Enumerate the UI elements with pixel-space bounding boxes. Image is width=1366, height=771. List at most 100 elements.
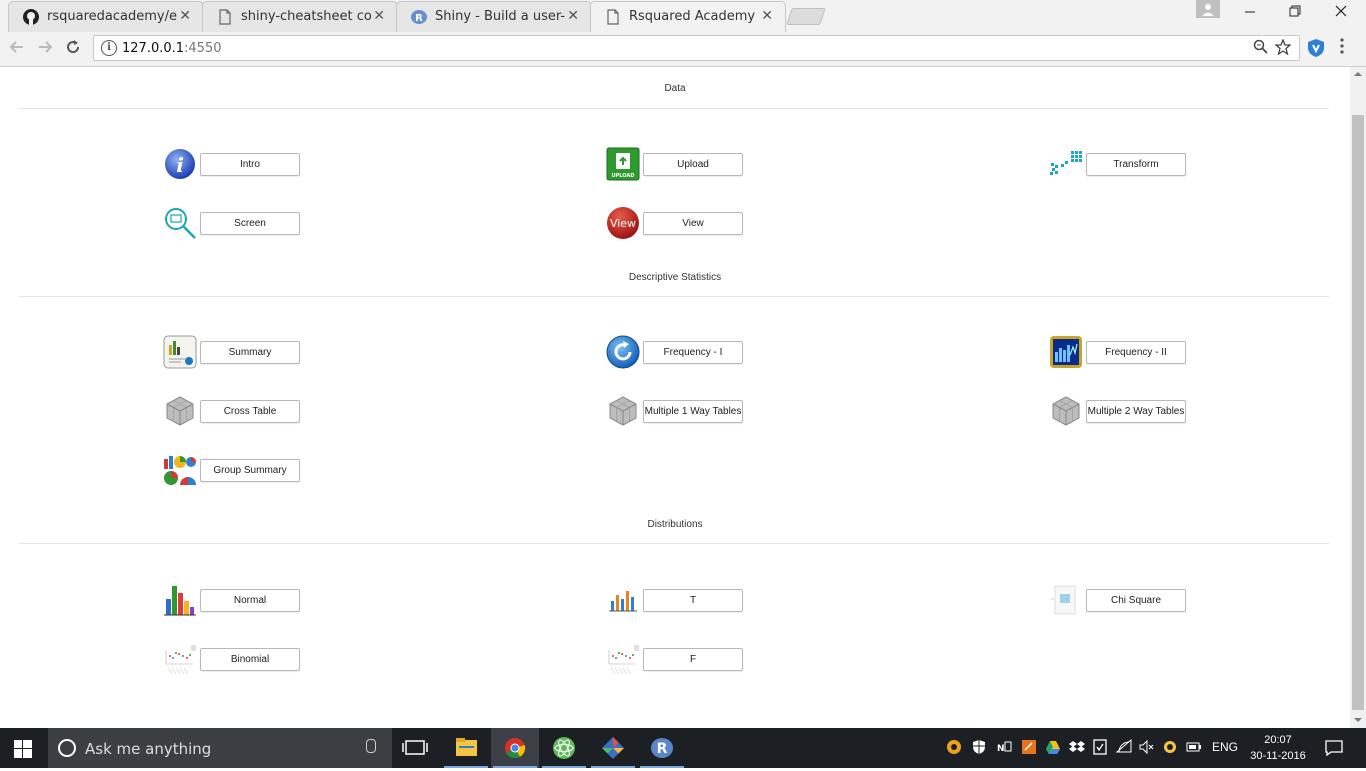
system-clock[interactable]: 20:07 30-11-2016	[1248, 732, 1308, 764]
browser-titlebar: rsquaredacademy/explor ✕ shiny-cheatshee…	[0, 0, 1366, 32]
section-divider	[19, 543, 1329, 544]
colored-bars-icon	[164, 586, 196, 616]
scroll-up-icon[interactable]	[1353, 71, 1363, 77]
address-bar[interactable]: i 127.0.0.1:4550	[93, 35, 1300, 61]
section-title-distributions: Distributions	[647, 519, 703, 530]
dropbox-icon[interactable]	[1069, 739, 1085, 755]
tab-github[interactable]: rsquaredacademy/explor ✕	[8, 1, 204, 32]
network-icon[interactable]	[1116, 739, 1132, 755]
tab-rsquared-academy[interactable]: Rsquared Academy ✕	[590, 1, 786, 32]
f-button[interactable]: F	[643, 648, 743, 671]
cube-icon	[166, 396, 194, 426]
svg-text:i: i	[176, 153, 184, 177]
site-info-icon[interactable]: i	[101, 40, 117, 56]
binomial-button[interactable]: Binomial	[200, 648, 300, 671]
minimize-icon[interactable]	[1227, 4, 1273, 26]
file-explorer-icon[interactable]	[442, 728, 490, 768]
git-client-icon[interactable]	[589, 728, 637, 768]
restore-icon[interactable]	[1272, 4, 1318, 26]
defender-shield-icon[interactable]	[971, 739, 987, 755]
close-window-icon[interactable]	[1318, 4, 1364, 26]
dot-plot-icon	[608, 645, 639, 675]
tab-shiny[interactable]: R Shiny - Build a user-inter ✕	[396, 1, 592, 32]
new-tab-button[interactable]	[786, 8, 826, 25]
view-button[interactable]: View	[643, 212, 743, 235]
bookmark-star-icon[interactable]	[1274, 38, 1292, 59]
document-tray-icon[interactable]	[1092, 739, 1108, 755]
microphone-icon[interactable]	[366, 739, 376, 753]
profile-icon[interactable]	[1196, 0, 1220, 18]
tray-app-icon[interactable]	[946, 739, 962, 755]
cube-icon	[1052, 396, 1080, 426]
normal-button[interactable]: Normal	[200, 589, 300, 612]
multiple-2-way-tables-button[interactable]: Multiple 2 Way Tables	[1086, 400, 1186, 423]
svg-text:View: View	[610, 217, 636, 230]
google-drive-icon[interactable]	[1045, 739, 1061, 755]
page-content: Data i Intro UPLOAD Upload Transform Scr…	[0, 67, 1350, 728]
notes-app-icon[interactable]	[1021, 739, 1037, 755]
frequency-1-button[interactable]: Frequency - I	[643, 341, 743, 364]
svg-text:R: R	[657, 741, 668, 757]
task-view-icon[interactable]	[392, 728, 440, 768]
chrome-taskbar-icon[interactable]	[491, 728, 539, 768]
group-summary-button[interactable]: Group Summary	[200, 459, 300, 482]
upload-icon: UPLOAD	[606, 147, 640, 181]
reload-icon[interactable]	[62, 38, 84, 60]
tab-close-icon[interactable]: ✕	[373, 7, 385, 24]
svg-text:N: N	[997, 744, 1005, 754]
intro-button[interactable]: Intro	[200, 153, 300, 176]
transform-button[interactable]: Transform	[1086, 153, 1186, 176]
document-icon	[607, 9, 619, 25]
dot-plot-icon	[165, 645, 196, 675]
tab-cheatsheet[interactable]: shiny-cheatsheet copy ✕	[202, 1, 398, 32]
forward-icon[interactable]	[34, 38, 56, 60]
url-text[interactable]: 127.0.0.1:4550	[122, 41, 222, 56]
document-icon	[219, 9, 231, 25]
section-divider	[19, 108, 1329, 109]
clock-date: 30-11-2016	[1250, 750, 1306, 762]
back-icon[interactable]	[6, 38, 28, 60]
windows-taskbar: Ask me anything R N ENG 20:07 30-11-2016	[0, 728, 1366, 768]
t-button[interactable]: T	[643, 589, 743, 612]
scroll-thumb[interactable]	[1352, 115, 1364, 710]
upload-button[interactable]: Upload	[643, 153, 743, 176]
volume-muted-icon[interactable]	[1139, 739, 1155, 755]
frequency-2-button[interactable]: Frequency - II	[1086, 341, 1186, 364]
pie-charts-icon	[164, 456, 196, 485]
cortana-search-box[interactable]: Ask me anything	[48, 728, 392, 768]
notification-app-icon[interactable]	[1162, 739, 1178, 755]
scroll-down-icon[interactable]	[1353, 717, 1363, 723]
chi-square-button[interactable]: Chi Square	[1086, 589, 1186, 612]
language-indicator[interactable]: ENG	[1212, 740, 1238, 754]
section-title-data: Data	[664, 83, 686, 94]
bar-chart-icon	[1050, 336, 1082, 368]
tab-title: rsquaredacademy/explor	[47, 9, 177, 24]
multiple-1-way-tables-button[interactable]: Multiple 1 Way Tables	[643, 400, 743, 423]
extension-shield-icon[interactable]	[1307, 38, 1325, 61]
tab-title: Shiny - Build a user-inter	[435, 9, 565, 24]
windows-start-icon[interactable]	[14, 740, 32, 761]
r-console-icon[interactable]: R	[638, 728, 686, 768]
summary-button[interactable]: Summary	[200, 341, 300, 364]
atom-editor-icon[interactable]	[540, 728, 588, 768]
browser-toolbar: i 127.0.0.1:4550	[0, 32, 1366, 67]
refresh-icon	[606, 335, 640, 369]
battery-icon[interactable]	[1186, 739, 1202, 755]
tab-close-icon[interactable]: ✕	[179, 7, 191, 24]
browser-menu-icon[interactable]	[1340, 38, 1344, 59]
r-logo-icon: R	[411, 10, 427, 24]
small-bars-icon	[609, 591, 637, 612]
page-scrollbar[interactable]	[1350, 67, 1366, 728]
cube-icon	[609, 396, 637, 426]
action-center-icon[interactable]	[1325, 740, 1343, 756]
tab-close-icon[interactable]: ✕	[761, 7, 773, 24]
tab-close-icon[interactable]: ✕	[567, 7, 579, 24]
chi-square-icon	[1051, 585, 1076, 615]
screen-button[interactable]: Screen	[200, 212, 300, 235]
report-icon	[163, 335, 197, 369]
svg-text:R: R	[415, 13, 423, 24]
zoom-icon[interactable]	[1253, 39, 1268, 58]
onenote-icon[interactable]: N	[996, 739, 1012, 755]
cortana-icon	[58, 739, 76, 757]
cross-table-button[interactable]: Cross Table	[200, 400, 300, 423]
